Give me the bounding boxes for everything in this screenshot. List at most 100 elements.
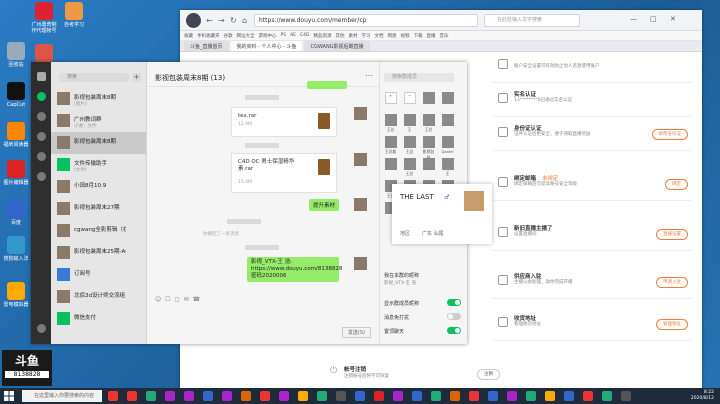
link-message[interactable]: 影视_VTX-王 浩: https://www.douyu.com/813882… <box>247 257 342 282</box>
taskbar-app-icon[interactable] <box>374 391 384 401</box>
taskbar-app-icon[interactable] <box>260 391 270 401</box>
taskbar-app-icon[interactable] <box>355 391 365 401</box>
chat-list-item[interactable]: 影视包装周末8期 [图片] <box>51 88 146 110</box>
avatar[interactable] <box>354 257 367 270</box>
bookmark-item[interactable]: C4D <box>300 33 309 38</box>
bookmark-item[interactable]: 素材 <box>348 33 357 39</box>
forward-icon[interactable]: → <box>218 16 225 25</box>
browser-tab[interactable]: 斗鱼_直播首页 <box>184 41 229 51</box>
more-icon[interactable]: ⋯ <box>365 71 373 80</box>
chat-list-item[interactable]: 北佰3d设计师交流组 <box>51 286 146 308</box>
bookmark-item[interactable]: 网址大全 <box>237 33 255 39</box>
bookmark-item[interactable]: 音乐 <box>439 33 448 39</box>
bookmark-item[interactable]: 网盘 <box>387 33 396 39</box>
group-member[interactable]: Daniel <box>441 136 454 154</box>
close-icon[interactable]: ✕ <box>670 15 676 23</box>
taskbar-app-icon[interactable] <box>488 391 498 401</box>
taskbar-app-icon[interactable] <box>393 391 403 401</box>
chat-search-input[interactable]: 搜索 <box>59 73 129 82</box>
bookmark-item[interactable]: 视频 <box>400 33 409 39</box>
menu-icon[interactable] <box>37 324 46 333</box>
chat-list-item[interactable]: 文件传输助手 [文件] <box>51 154 146 176</box>
desktop-icon[interactable]: 百度 <box>2 200 30 226</box>
minimize-icon[interactable]: — <box>630 15 637 23</box>
taskbar-app-icon[interactable] <box>222 391 232 401</box>
bubble-link[interactable]: https://www.douyu.com/8138828 <box>251 266 342 273</box>
setting-action-button[interactable]: 修改身份证 <box>651 129 688 140</box>
desktop-icon[interactable]: 搜狗输入法 <box>2 236 30 262</box>
taskbar-app-icon[interactable] <box>526 391 536 401</box>
logout-button[interactable]: 注销 <box>477 369 500 380</box>
group-member[interactable]: + <box>384 92 397 105</box>
desktop-icon[interactable]: 福昕阅读器 <box>2 122 30 148</box>
profile-avatar[interactable] <box>37 72 46 81</box>
taskbar-app-icon[interactable] <box>507 391 517 401</box>
taskbar-app-icon[interactable] <box>279 391 289 401</box>
group-member[interactable]: − <box>403 92 416 105</box>
chat-list-item[interactable]: 广州教词群 小谢：文件 <box>51 110 146 132</box>
user-avatar[interactable] <box>186 13 201 28</box>
contacts-icon[interactable] <box>37 112 46 121</box>
taskbar-search-input[interactable]: 在这里输入你要搜索的内容 <box>22 390 102 402</box>
member-search-input[interactable]: 搜索群成员 <box>384 73 454 82</box>
file-message[interactable]: C4D OC 男士保湿精华素.rar 15.4M <box>231 153 337 193</box>
address-bar[interactable]: https://www.douyu.com/member/cp <box>254 14 478 27</box>
taskbar-app-icon[interactable] <box>621 391 631 401</box>
windows-start-icon[interactable] <box>4 391 14 401</box>
chat-list-item[interactable]: 影视包装周末25期-A组 <box>51 242 146 264</box>
taskbar-app-icon[interactable] <box>583 391 593 401</box>
setting-action-button[interactable]: 直播设置 <box>656 229 688 240</box>
group-member[interactable]: 王总裁 <box>384 136 397 155</box>
avatar[interactable] <box>354 107 367 120</box>
desktop-icon[interactable]: 回收站 <box>2 42 30 68</box>
taskbar-app-icon[interactable] <box>317 391 327 401</box>
chat-list-item[interactable]: 订阅号 <box>51 264 146 286</box>
my-group-nickname[interactable]: 影视_VTX-王 浩 <box>384 280 416 286</box>
bookmark-item[interactable]: 谷歌 <box>224 33 233 39</box>
bookmark-item[interactable]: PS <box>281 33 287 38</box>
taskbar-app-icon[interactable] <box>184 391 194 401</box>
taskbar-app-icon[interactable] <box>469 391 479 401</box>
bookmark-item[interactable]: 下载 <box>413 33 422 39</box>
setting-action-button[interactable]: 绑定 <box>665 179 688 190</box>
taskbar-app-icon[interactable] <box>108 391 118 401</box>
bookmark-item[interactable]: 其他 <box>335 33 344 39</box>
browser-search-input[interactable]: 在此处输入文字搜索 <box>484 14 580 27</box>
file-message[interactable]: tex.rar 12.9M <box>231 107 337 137</box>
setting-action-button[interactable]: 管理地址 <box>656 319 688 330</box>
taskbar-app-icon[interactable] <box>450 391 460 401</box>
group-member[interactable] <box>422 158 435 171</box>
avatar[interactable] <box>354 198 367 211</box>
bookmark-item[interactable]: 游戏中心 <box>259 33 277 39</box>
chat-list-item[interactable]: 微信支付 <box>51 308 146 330</box>
bookmark-item[interactable]: 学习 <box>361 33 370 39</box>
bookmark-item[interactable]: 精品资源 <box>313 33 331 39</box>
favorites-icon[interactable] <box>37 132 46 141</box>
moments-icon[interactable] <box>37 172 46 181</box>
taskbar-app-icon[interactable] <box>431 391 441 401</box>
browser-tab[interactable]: CGWANG影视后期直播 <box>304 41 370 51</box>
bookmark-item[interactable]: 收藏 <box>184 33 193 39</box>
group-member[interactable] <box>422 92 435 105</box>
group-member[interactable]: 王总 <box>403 136 416 155</box>
taskbar-app-icon[interactable] <box>545 391 555 401</box>
taskbar-app-icon[interactable] <box>203 391 213 401</box>
send-button[interactable]: 发送(S) <box>341 327 371 338</box>
taskbar-app-icon[interactable] <box>336 391 346 401</box>
show-nick-toggle[interactable] <box>447 299 461 306</box>
taskbar-app-icon[interactable] <box>241 391 251 401</box>
setting-action-button[interactable]: 申请入驻 <box>656 277 688 288</box>
maximize-icon[interactable]: □ <box>650 15 657 23</box>
desktop-icon[interactable]: 图片编辑器 <box>2 160 30 186</box>
refresh-icon[interactable]: ↻ <box>230 16 237 25</box>
taskbar-app-icon[interactable] <box>298 391 308 401</box>
chat-list-item[interactable]: 小阔8月10.9 <box>51 176 146 198</box>
message-list[interactable]: tex.rar 12.9M C4D OC 男士保湿精华素.rar 15.4M 提… <box>147 81 379 292</box>
group-member[interactable]: 王总 <box>422 114 435 133</box>
mute-toggle[interactable] <box>447 313 461 320</box>
browser-tab[interactable]: 我的资料 - 个人中心 - 斗鱼 <box>230 41 303 51</box>
group-member[interactable] <box>441 92 454 105</box>
files-icon[interactable] <box>37 152 46 161</box>
chat-list-item[interactable]: 影视包装周末8期 <box>51 132 146 154</box>
group-member[interactable]: 王总 <box>384 114 397 133</box>
